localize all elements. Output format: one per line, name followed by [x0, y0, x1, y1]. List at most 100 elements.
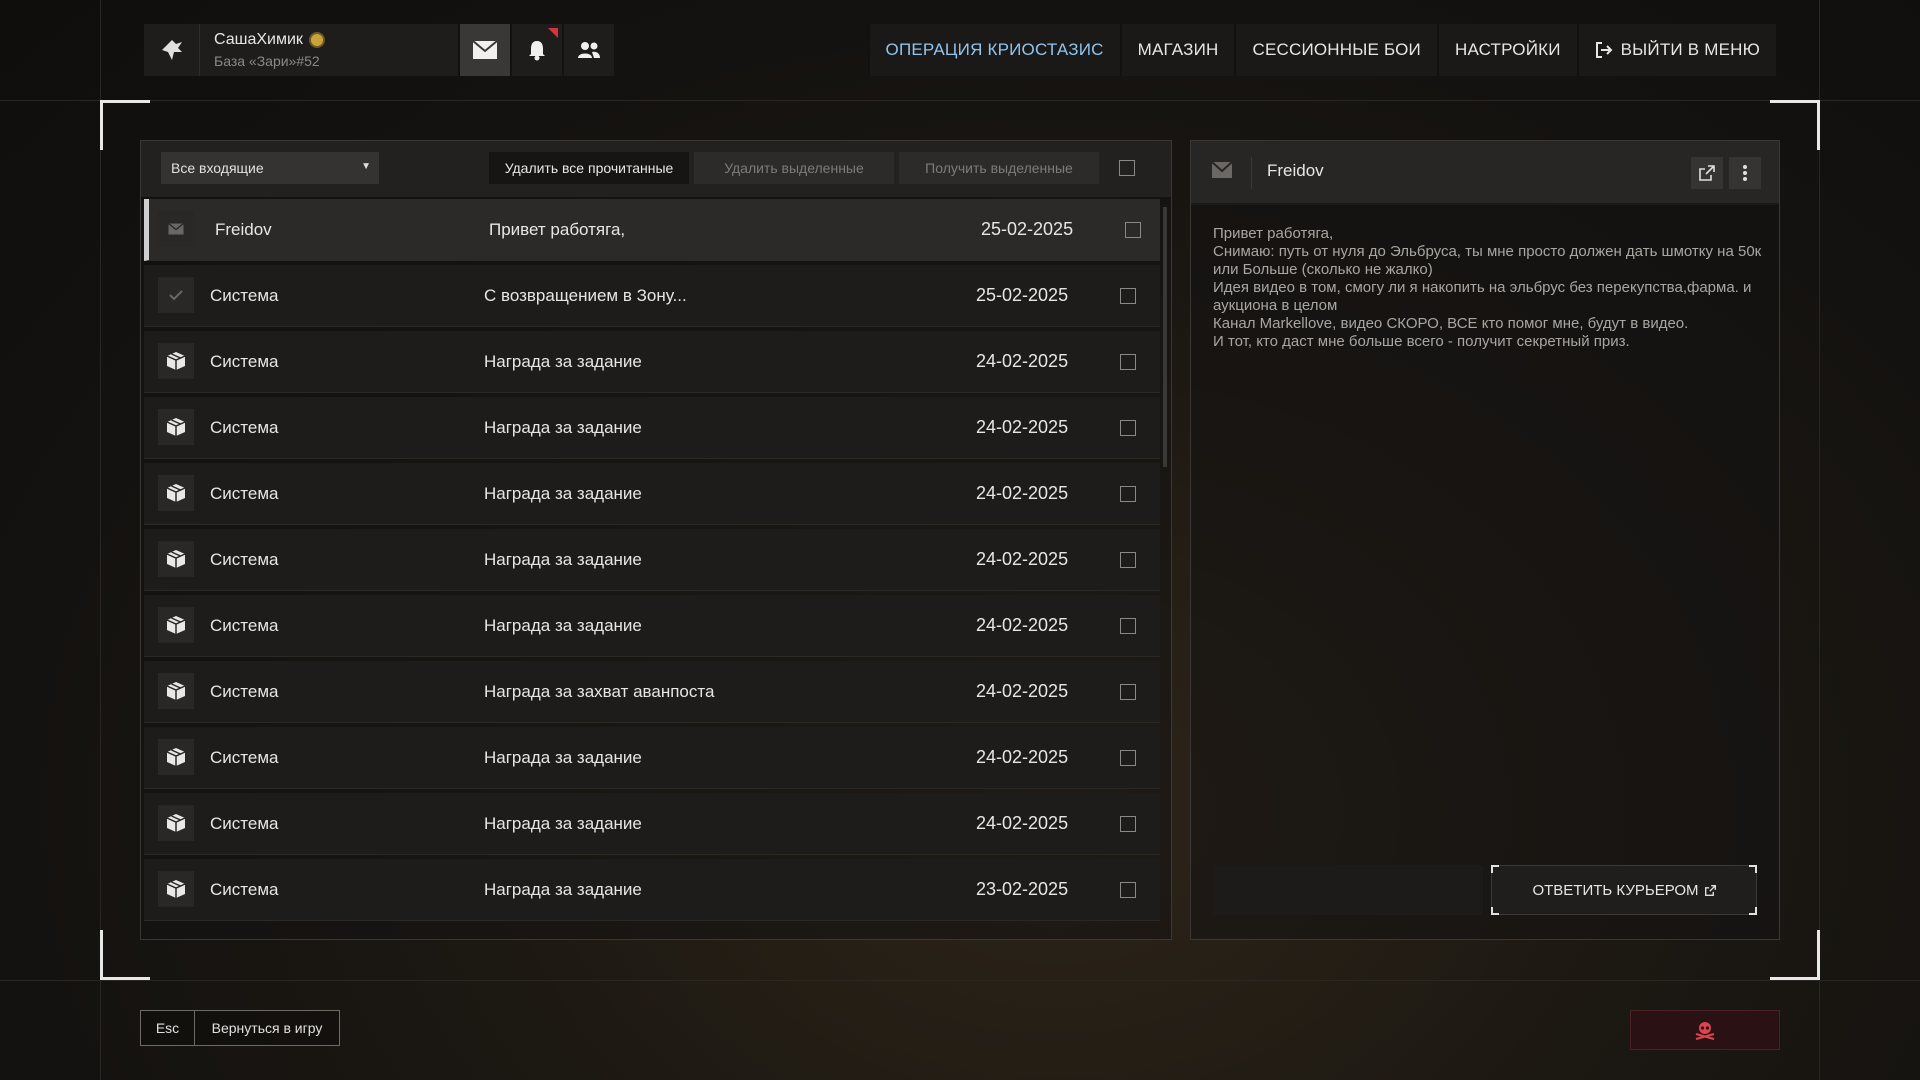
- message-row[interactable]: Система Награда за задание 24-02-2025: [144, 595, 1160, 657]
- message-row[interactable]: Система Награда за задание 24-02-2025: [144, 727, 1160, 789]
- player-name: СашаХимик: [214, 31, 303, 48]
- open-external-button[interactable]: [1691, 157, 1723, 189]
- message-checkbox[interactable]: [1120, 420, 1136, 436]
- message-checkbox[interactable]: [1120, 750, 1136, 766]
- message-list-scrollbar[interactable]: [1163, 207, 1167, 467]
- eagle-logo-icon: [144, 24, 200, 76]
- message-date: 24-02-2025: [976, 549, 1069, 569]
- external-link-icon: [1699, 165, 1715, 181]
- external-link-icon: [1704, 884, 1716, 896]
- message-sender: Система: [210, 285, 279, 305]
- message-subject: Привет работяга,: [489, 219, 626, 239]
- reader-sender: Freidov: [1267, 161, 1324, 180]
- message-row[interactable]: Система С возвращением в Зону... 25-02-202…: [144, 265, 1160, 327]
- envelope-icon: [1211, 161, 1233, 178]
- message-checkbox[interactable]: [1120, 288, 1136, 304]
- friends-button[interactable]: [564, 24, 614, 76]
- bracket-br: [1749, 907, 1757, 915]
- message-row[interactable]: Система Награда за задание 23-02-2025: [144, 859, 1160, 921]
- bracket-tr: [1749, 865, 1757, 873]
- bracket-tl: [1491, 865, 1499, 873]
- package-icon: [158, 739, 194, 775]
- delete-read-button[interactable]: Удалить все прочитанные: [489, 152, 689, 184]
- package-icon: [158, 871, 194, 907]
- message-date: 24-02-2025: [976, 747, 1069, 767]
- package-icon: [158, 541, 194, 577]
- inbox-toolbar: Все входящие ▼ Удалить все прочитанные У…: [141, 141, 1171, 197]
- frame-line-left: [100, 0, 101, 1080]
- player-base: База «Зари»#52: [214, 53, 320, 69]
- message-checkbox[interactable]: [1120, 486, 1136, 502]
- message-subject: С возвращением в Зону...: [484, 285, 687, 305]
- message-sender: Freidov: [215, 219, 272, 239]
- check-icon: [158, 277, 194, 313]
- envelope-icon: [472, 40, 498, 59]
- reply-courier-button[interactable]: ОТВЕТИТЬ КУРЬЕРОМ: [1491, 865, 1757, 915]
- bell-icon: [529, 41, 545, 61]
- message-body: Привет работяга, Снимаю: путь от нуля до…: [1213, 225, 1762, 350]
- message-row[interactable]: Система Награда за задание 24-02-2025: [144, 397, 1160, 459]
- message-row[interactable]: Система Награда за задание 24-02-2025: [144, 529, 1160, 591]
- get-selected-button[interactable]: Получить выделенные: [899, 152, 1099, 184]
- nav-shop[interactable]: МАГАЗИН: [1119, 24, 1235, 76]
- nav-operation-cryostasis[interactable]: ОПЕРАЦИЯ КРИОСТАЗИС: [867, 24, 1120, 76]
- message-row[interactable]: Система Награда за задание 24-02-2025: [144, 463, 1160, 525]
- package-icon: [158, 805, 194, 841]
- message-sender: Система: [210, 483, 279, 503]
- message-subject: Награда за задание: [484, 879, 642, 899]
- message-date: 25-02-2025: [976, 285, 1069, 305]
- message-date: 24-02-2025: [976, 351, 1069, 371]
- message-sender: Система: [210, 351, 279, 371]
- main-nav: ОПЕРАЦИЯ КРИОСТАЗИС МАГАЗИН СЕССИОННЫЕ Б…: [867, 24, 1776, 76]
- more-options-button[interactable]: [1729, 157, 1761, 189]
- message-sender: Система: [210, 615, 279, 635]
- message-sender: Система: [210, 747, 279, 767]
- message-subject: Награда за задание: [484, 813, 642, 833]
- message-subject: Награда за задание: [484, 417, 642, 437]
- package-icon: [158, 409, 194, 445]
- message-date: 23-02-2025: [976, 879, 1069, 899]
- message-checkbox[interactable]: [1120, 684, 1136, 700]
- message-checkbox[interactable]: [1120, 816, 1136, 832]
- message-subject: Награда за задание: [484, 351, 642, 371]
- sun-badge-icon: [308, 32, 325, 48]
- package-icon: [158, 343, 194, 379]
- bracket-bl: [1491, 907, 1499, 915]
- message-row[interactable]: Система Награда за захват аванпоста 24-02-…: [144, 661, 1160, 723]
- message-row[interactable]: Freidov Привет работяга, 25-02-2025: [144, 199, 1160, 261]
- player-profile[interactable]: СашаХимик База «Зари»#52: [144, 24, 458, 76]
- message-date: 24-02-2025: [976, 813, 1069, 833]
- message-subject: Награда за захват аванпоста: [484, 681, 715, 701]
- delete-selected-button[interactable]: Удалить выделенные: [694, 152, 894, 184]
- message-sender: Система: [210, 681, 279, 701]
- envelope-icon: [158, 211, 194, 247]
- users-icon: [578, 42, 600, 58]
- danger-button[interactable]: [1630, 1010, 1780, 1050]
- header-divider: [1251, 157, 1252, 189]
- inbox-filter-dropdown[interactable]: Все входящие ▼: [161, 152, 379, 184]
- reply-spacer: [1213, 865, 1483, 915]
- mail-button[interactable]: [460, 24, 510, 76]
- more-vertical-icon: [1743, 165, 1747, 181]
- exit-icon: [1595, 42, 1613, 58]
- message-row[interactable]: Система Награда за задание 24-02-2025: [144, 793, 1160, 855]
- message-subject: Награда за задание: [484, 615, 642, 635]
- esc-key-hint: Esc: [141, 1011, 195, 1045]
- message-sender: Система: [210, 417, 279, 437]
- return-to-game-label: Вернуться в игру: [211, 1020, 323, 1036]
- message-checkbox[interactable]: [1125, 222, 1141, 238]
- reader-header: Freidov: [1191, 141, 1779, 205]
- nav-exit-to-menu[interactable]: ВЫЙТИ В МЕНЮ: [1576, 24, 1776, 76]
- notifications-button[interactable]: [512, 24, 562, 76]
- select-all-checkbox[interactable]: [1119, 160, 1135, 176]
- message-checkbox[interactable]: [1120, 618, 1136, 634]
- message-row[interactable]: Система Награда за задание 24-02-2025: [144, 331, 1160, 393]
- message-checkbox[interactable]: [1120, 354, 1136, 370]
- nav-session-battles[interactable]: СЕССИОННЫЕ БОИ: [1234, 24, 1436, 76]
- message-checkbox[interactable]: [1120, 882, 1136, 898]
- nav-settings[interactable]: НАСТРОЙКИ: [1436, 24, 1577, 76]
- package-icon: [158, 673, 194, 709]
- message-sender: Система: [210, 879, 279, 899]
- return-to-game-button[interactable]: Esc Вернуться в игру: [140, 1010, 340, 1046]
- message-checkbox[interactable]: [1120, 552, 1136, 568]
